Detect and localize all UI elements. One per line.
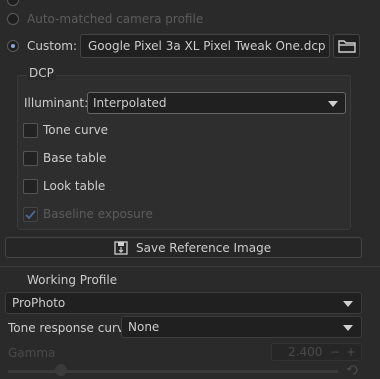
- tone-curve-checkbox[interactable]: [23, 123, 38, 138]
- custom-profile-file-button[interactable]: Google Pixel 3a XL Pixel Tweak One.dcp: [80, 34, 330, 58]
- radio-auto-matched[interactable]: [7, 13, 19, 25]
- gamma-label: Gamma: [8, 346, 56, 360]
- tone-response-curve-dropdown[interactable]: None: [121, 316, 362, 338]
- tone-response-curve-label: Tone response curve:: [8, 321, 136, 335]
- base-table-checkbox[interactable]: [23, 151, 38, 166]
- save-reference-image-button[interactable]: Save Reference Image: [5, 237, 362, 258]
- plus-icon[interactable]: +: [346, 345, 356, 359]
- base-table-label: Base table: [43, 151, 107, 165]
- radio-top-partial[interactable]: [7, 0, 19, 6]
- minus-icon[interactable]: −: [330, 345, 340, 359]
- tone-response-curve-value: None: [128, 320, 160, 334]
- chevron-down-icon: [343, 325, 353, 331]
- baseline-exposure-checkbox[interactable]: [23, 207, 38, 222]
- working-profile-title: Working Profile: [27, 273, 118, 287]
- gamma-slider-handle[interactable]: [55, 364, 67, 376]
- checkmark-icon: [25, 210, 36, 220]
- section-divider: [0, 266, 380, 267]
- dcp-title: DCP: [27, 66, 56, 80]
- undo-icon: [346, 365, 358, 375]
- auto-matched-label: Auto-matched camera profile: [27, 12, 204, 26]
- gamma-value: 2.400: [288, 345, 323, 359]
- chevron-down-icon: [343, 301, 353, 307]
- working-profile-dropdown[interactable]: ProPhoto: [5, 292, 362, 314]
- custom-profile-file-name: Google Pixel 3a XL Pixel Tweak One.dcp: [88, 39, 326, 53]
- folder-icon: [338, 40, 356, 53]
- illuminant-value: Interpolated: [93, 96, 167, 110]
- working-profile-value: ProPhoto: [12, 296, 66, 310]
- save-icon: [114, 241, 128, 255]
- tone-curve-label: Tone curve: [43, 123, 109, 137]
- look-table-checkbox[interactable]: [23, 179, 38, 194]
- chevron-down-icon: [328, 101, 338, 107]
- gamma-spinbox[interactable]: 2.400 − +: [271, 343, 362, 361]
- baseline-exposure-label: Baseline exposure: [43, 207, 153, 221]
- custom-label: Custom:: [27, 39, 78, 53]
- look-table-label: Look table: [43, 179, 106, 193]
- illuminant-dropdown[interactable]: Interpolated: [87, 92, 346, 114]
- illuminant-label: Illuminant:: [24, 96, 89, 110]
- reset-icon[interactable]: [346, 364, 360, 376]
- radio-custom[interactable]: [7, 40, 19, 52]
- open-folder-button[interactable]: [333, 34, 360, 58]
- save-reference-label: Save Reference Image: [136, 241, 272, 255]
